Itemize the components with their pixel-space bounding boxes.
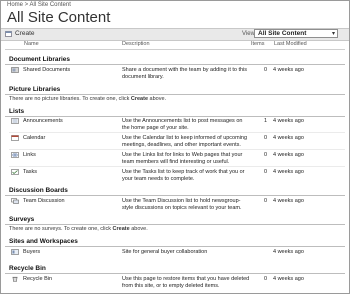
column-header-items[interactable]: Items [251,41,264,47]
list-item-recycle-bin[interactable]: Recycle Bin [23,276,52,282]
list-item-modified: 4 weeks ago [273,67,304,73]
tasks-icon [11,169,19,175]
create-link[interactable]: Create [113,226,130,232]
section-recycle-bin[interactable]: Recycle Bin [9,265,46,272]
section-divider [5,195,345,196]
list-item-modified: 4 weeks ago [273,152,304,158]
list-item-modified: 4 weeks ago [273,118,304,124]
empty-message-text: above. [149,96,167,102]
list-item-modified: 4 weeks ago [273,276,304,282]
create-icon[interactable] [5,31,12,37]
create-link[interactable]: Create [131,96,148,102]
list-item-count: 0 [263,169,267,175]
row-divider [9,149,345,150]
site-icon [11,249,19,255]
list-item-description: Site for general buyer collaboration [122,249,208,255]
link-icon [11,152,19,158]
list-item-announcements[interactable]: Announcements [23,118,63,124]
list-item-count: 0 [263,198,267,204]
list-item-tasks[interactable]: Tasks [23,169,37,175]
section-divider [5,116,345,117]
row-divider [9,132,345,133]
empty-message-text: There are no picture libraries. To creat… [9,96,130,102]
section-divider [5,224,345,225]
section-picture-libraries[interactable]: Picture Libraries [9,86,60,93]
list-item-buyers[interactable]: Buyers [23,249,40,255]
list-item-calendar[interactable]: Calendar [23,135,45,141]
list-item-description: Use the Team Discussion list to hold new… [122,198,242,211]
column-header-description[interactable]: Description [122,41,150,47]
empty-message-text: above. [131,226,148,232]
section-lists[interactable]: Lists [9,108,24,115]
list-item-description: Share a document with the team by adding… [122,67,248,80]
list-item-description: Use the Tasks list to keep track of work… [122,169,245,182]
breadcrumb[interactable]: Home > All Site Content [7,2,71,8]
list-item-modified: 4 weeks ago [273,198,304,204]
list-item-description: Use the Calendar list to keep informed o… [122,135,248,148]
section-surveys[interactable]: Surveys [9,216,34,223]
list-item-description: Use the Announcements list to post messa… [122,118,243,131]
row-divider [9,166,345,167]
list-item-team-discussion[interactable]: Team Discussion [23,198,65,204]
section-document-libraries[interactable]: Document Libraries [9,56,70,63]
discussion-icon [11,198,19,204]
create-button[interactable]: Create [15,30,35,37]
section-divider [5,246,345,247]
list-item-count: 0 [263,67,267,73]
list-icon [11,118,19,124]
chevron-down-icon[interactable]: ▾ [332,30,335,38]
list-item-links[interactable]: Links [23,152,36,158]
list-item-count: 0 [263,276,267,282]
column-header-name[interactable]: Name [24,41,39,47]
toolbar: Create View: All Site Content ▾ [1,28,349,41]
empty-message-surveys: There are no surveys. To create one, cli… [9,226,148,232]
section-divider [5,64,345,65]
list-item-count: 0 [263,135,267,141]
list-item-description: Use the Links list for links to Web page… [122,152,243,165]
section-discussion-boards[interactable]: Discussion Boards [9,187,68,194]
all-site-content-page: Home > All Site Content All Site Content… [0,0,350,294]
list-item-modified: 4 weeks ago [273,249,304,255]
empty-message-text: There are no surveys. To create one, cli… [9,226,112,232]
document-library-icon [11,67,19,73]
list-item-modified: 4 weeks ago [273,135,304,141]
list-item-description: Use this page to restore items that you … [122,276,250,289]
empty-message-picture-libraries: There are no picture libraries. To creat… [9,96,166,102]
list-item-count: 0 [263,152,267,158]
header-divider [5,49,345,50]
list-item-shared-documents[interactable]: Shared Documents [23,67,70,73]
list-item-count: 1 [263,118,267,124]
calendar-icon [11,135,19,141]
section-divider [5,273,345,274]
column-header-last-modified[interactable]: Last Modified [274,41,307,47]
section-sites-and-workspaces[interactable]: Sites and Workspaces [9,238,78,245]
list-item-modified: 4 weeks ago [273,169,304,175]
recycle-bin-icon [12,276,18,282]
view-select-value: All Site Content [258,30,307,37]
page-title: All Site Content [7,9,111,26]
view-select[interactable]: All Site Content ▾ [254,29,338,38]
section-divider [5,94,345,95]
